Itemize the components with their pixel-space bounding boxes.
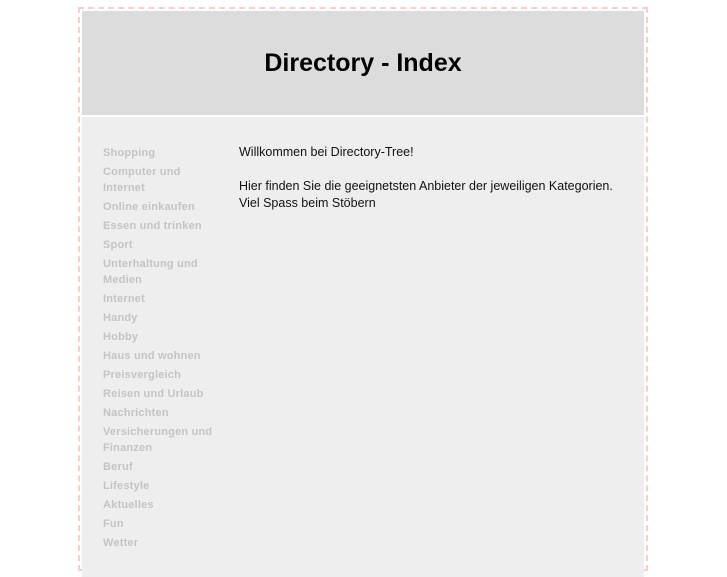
sidebar-item-nachrichten[interactable]: Nachrichten [103,405,218,421]
sidebar-item-computer-und-internet[interactable]: Computer und Internet [103,164,218,196]
welcome-text: Willkommen bei Directory-Tree! [239,145,414,159]
sidebar-item-reisen-und-urlaub[interactable]: Reisen und Urlaub [103,386,218,402]
page-title: Directory - Index [264,48,462,77]
sidebar-item-sport[interactable]: Sport [103,237,218,253]
sidebar-item-shopping[interactable]: Shopping [103,145,218,161]
sidebar-item-unterhaltung-und-medien[interactable]: Unterhaltung und Medien [103,256,218,288]
sidebar-item-hobby[interactable]: Hobby [103,329,218,345]
sidebar-item-aktuelles[interactable]: Aktuelles [103,497,218,513]
sidebar-item-wetter[interactable]: Wetter [103,535,218,551]
sidebar-item-lifestyle[interactable]: Lifestyle [103,478,218,494]
sidebar-item-versicherungen-und-finanzen[interactable]: Versicherungen und Finanzen [103,424,218,456]
page-header: Directory - Index [82,11,644,115]
sidebar-item-beruf[interactable]: Beruf [103,459,218,475]
sidebar-item-fun[interactable]: Fun [103,516,218,532]
sidebar-item-internet[interactable]: Internet [103,291,218,307]
sidebar-item-essen-und-trinken[interactable]: Essen und trinken [103,218,218,234]
sidebar-item-preisvergleich[interactable]: Preisvergleich [103,367,218,383]
sidebar-item-online-einkaufen[interactable]: Online einkaufen [103,199,218,215]
page-body: Shopping Computer und Internet Online ei… [82,117,644,577]
intro-text: Hier finden Sie die geeignetsten Anbiete… [239,179,613,210]
page-container: Directory - Index Shopping Computer und … [78,7,648,577]
sidebar-item-haus-und-wohnen[interactable]: Haus und wohnen [103,348,218,364]
sidebar-item-handy[interactable]: Handy [103,310,218,326]
sidebar-nav: Shopping Computer und Internet Online ei… [103,145,218,554]
main-content: Willkommen bei Directory-Tree! Hier find… [239,144,629,229]
